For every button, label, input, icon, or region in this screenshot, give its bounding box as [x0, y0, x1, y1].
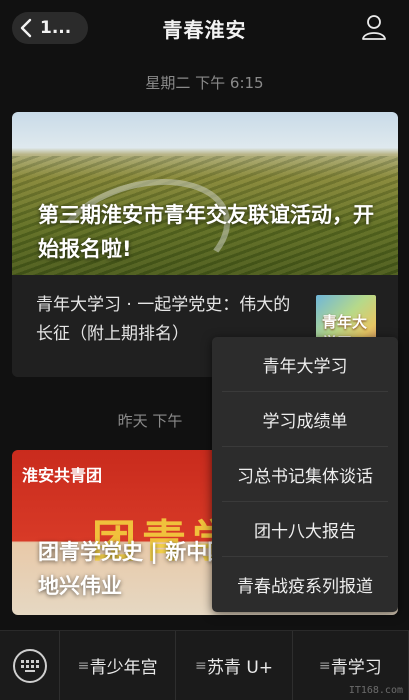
- message-timestamp: 星期二 下午 6:15: [145, 74, 264, 92]
- menu-item-youth-study[interactable]: 青年大学习: [222, 337, 388, 392]
- back-button[interactable]: 1...: [12, 12, 88, 44]
- chevron-left-icon: [20, 18, 32, 38]
- keyboard-icon: [12, 648, 47, 683]
- menu-tab-label: 青少年宫: [89, 658, 158, 678]
- article-hero-image[interactable]: 第三期淮安市青年交友联谊活动，开始报名啦!: [12, 112, 398, 275]
- menu-item-congress-report[interactable]: 团十八大报告: [222, 502, 388, 557]
- profile-icon[interactable]: [361, 14, 387, 40]
- menu-lines-icon: ≡: [318, 657, 331, 674]
- page-title: 青春淮安: [162, 17, 247, 42]
- back-label: 1...: [40, 18, 72, 38]
- menu-tab-youth-palace[interactable]: ≡ 青少年宫: [60, 630, 177, 700]
- menu-item-epidemic-reports[interactable]: 青春战疫系列报道: [222, 557, 388, 612]
- menu-lines-icon: ≡: [194, 657, 207, 674]
- chat-screen: 1... 青春淮安 星期二 下午 6:15 第三期淮安市青年交友联谊活动，开始报…: [0, 0, 409, 700]
- menu-tab-label: 苏青 U+: [206, 658, 274, 678]
- menu-item-collective-talk[interactable]: 习总书记集体谈话: [222, 447, 388, 502]
- menu-lines-icon: ≡: [77, 657, 90, 674]
- keyboard-toggle-button[interactable]: [0, 630, 60, 700]
- brand-logo: 淮安共青团: [22, 466, 103, 485]
- article-hero-title[interactable]: 第三期淮安市青年交友联谊活动，开始报名啦!: [38, 198, 378, 266]
- menu-item-study-scores[interactable]: 学习成绩单: [222, 392, 388, 447]
- header-bar: 1... 青春淮安: [0, 0, 409, 56]
- menu-tab-suqing[interactable]: ≡ 苏青 U+: [176, 630, 293, 700]
- watermark-text: IT168.com: [348, 685, 403, 696]
- menu-tab-label: 青学习: [330, 658, 382, 678]
- bottom-menu-bar: ≡ 青少年宫 ≡ 苏青 U+ ≡ 青学习 IT168.com: [0, 630, 409, 700]
- submenu-popup: 青年大学习 学习成绩单 习总书记集体谈话 团十八大报告 青春战疫系列报道: [212, 337, 398, 612]
